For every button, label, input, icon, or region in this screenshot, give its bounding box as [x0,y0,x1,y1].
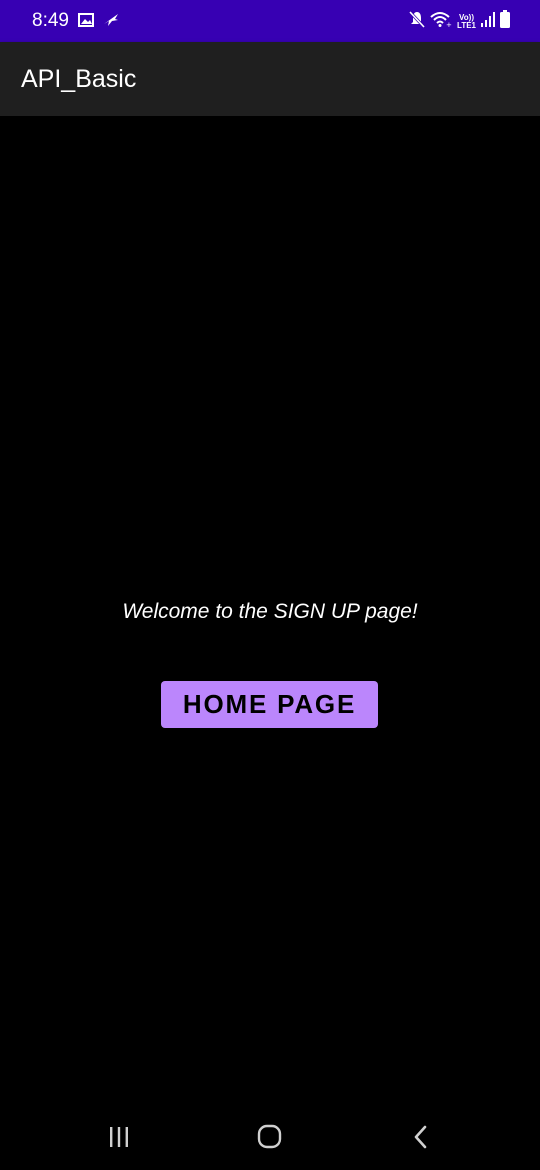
app-screen: 8:49 + Vo)) LTE1 API_Basic Welcome to th… [0,0,540,1170]
app-title: API_Basic [21,65,137,93]
back-nav-button[interactable] [401,1124,441,1154]
home-page-button-label: HOME PAGE [182,689,357,719]
welcome-text: Welcome to the SIGN UP page! [122,600,418,623]
home-icon [257,1124,283,1155]
recent-apps-icon [107,1126,131,1153]
status-right-icons: + Vo)) LTE1 [408,10,510,33]
gallery-icon [78,13,94,32]
wifi-icon: + [430,11,452,32]
home-nav-button[interactable] [250,1124,290,1154]
flight-icon [102,12,120,33]
status-left-icons [78,12,120,33]
app-bar: API_Basic [0,42,540,116]
battery-icon [500,10,510,33]
back-icon [411,1125,431,1154]
svg-text:+: + [446,21,452,27]
volte-icon: Vo)) LTE1 [457,13,476,30]
status-time: 8:49 [32,10,69,31]
mute-icon [408,10,426,33]
signal-icon [481,11,495,32]
recent-apps-button[interactable] [99,1124,139,1154]
navigation-bar [0,1104,540,1170]
home-page-button[interactable]: HOME PAGE [161,681,378,728]
volte-line2: LTE1 [457,20,476,30]
status-bar: 8:49 + Vo)) LTE1 [0,0,540,42]
